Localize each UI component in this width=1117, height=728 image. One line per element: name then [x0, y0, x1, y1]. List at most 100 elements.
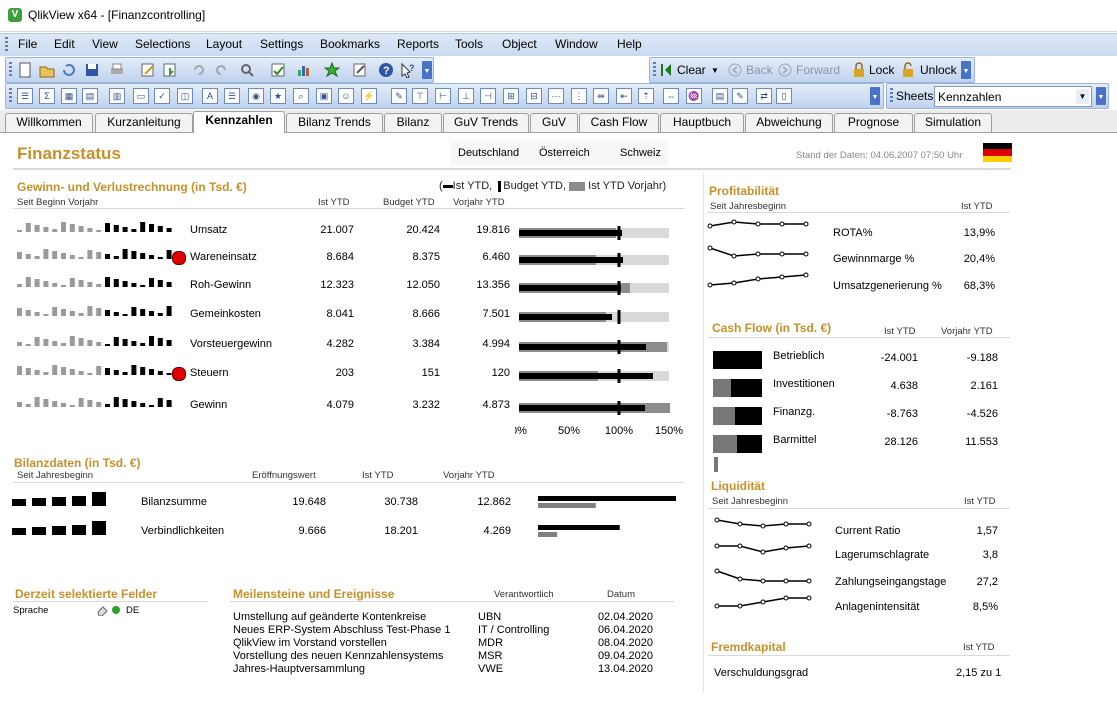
menu-help[interactable]: Help: [617, 37, 642, 51]
help-icon[interactable]: ?: [378, 62, 394, 78]
menu-window[interactable]: Window: [555, 37, 598, 51]
pencil-icon[interactable]: ✎: [391, 88, 407, 104]
country-button-schweiz[interactable]: Schweiz: [620, 147, 661, 159]
eraser-icon[interactable]: [96, 604, 108, 616]
toolbar-grip-icon[interactable]: [653, 62, 656, 78]
toolbar-grip-icon[interactable]: [9, 88, 12, 104]
menu-view[interactable]: View: [92, 37, 118, 51]
space-vertically-icon[interactable]: ⋮: [571, 88, 587, 104]
toolbar-options-chevron-icon[interactable]: ▼: [961, 61, 971, 79]
tab-abweichung[interactable]: Abweichung: [745, 113, 833, 132]
clear-dropdown-arrow-icon[interactable]: ▼: [711, 66, 719, 75]
edit-module-icon[interactable]: [352, 62, 368, 78]
new-custom-object-icon[interactable]: ☺: [338, 88, 354, 104]
new-search-object-icon[interactable]: ⌕: [293, 88, 309, 104]
reload-script-icon[interactable]: [162, 62, 178, 78]
tab-kennzahlen[interactable]: Kennzahlen: [193, 111, 285, 133]
back-arrow-icon[interactable]: [728, 62, 742, 78]
align-bottom-icon[interactable]: ⊥: [458, 88, 474, 104]
menu-reports[interactable]: Reports: [397, 37, 439, 51]
adjust-top-icon[interactable]: ⇡: [638, 88, 654, 104]
unlock-button[interactable]: Unlock: [920, 63, 957, 77]
lock-icon[interactable]: [852, 62, 866, 78]
format-painter-icon[interactable]: ♒: [686, 88, 702, 104]
new-input-box-icon[interactable]: ▭: [133, 88, 149, 104]
menu-object[interactable]: Object: [502, 37, 537, 51]
bookmark-star-icon[interactable]: [324, 62, 340, 78]
toolbar-options-chevron-icon[interactable]: ▼: [1096, 87, 1106, 105]
menu-layout[interactable]: Layout: [206, 37, 242, 51]
align-top-icon[interactable]: ⊤: [412, 88, 428, 104]
new-current-selections-icon[interactable]: ✓: [154, 88, 170, 104]
align-center-v-icon[interactable]: ⊟: [526, 88, 542, 104]
tab-guv-trends[interactable]: GuV Trends: [443, 113, 529, 132]
fields-list-icon[interactable]: ▯: [776, 88, 792, 104]
search-icon[interactable]: [239, 62, 255, 78]
tab-hauptbuch[interactable]: Hauptbuch: [660, 113, 744, 132]
wizard-icon[interactable]: ⚡: [361, 88, 377, 104]
edit-properties-icon[interactable]: ✎: [732, 88, 748, 104]
new-multi-box-icon[interactable]: Σ: [39, 88, 55, 104]
new-slider-icon[interactable]: ◉: [248, 88, 264, 104]
redo-icon[interactable]: [213, 62, 229, 78]
new-straight-table-icon[interactable]: ▤: [82, 88, 98, 104]
menu-file[interactable]: File: [18, 37, 37, 51]
tab-willkommen[interactable]: Willkommen: [5, 113, 93, 132]
forward-arrow-icon[interactable]: [778, 62, 792, 78]
new-sheet-object-icon[interactable]: [296, 62, 312, 78]
new-document-icon[interactable]: [17, 62, 33, 78]
menu-edit[interactable]: Edit: [54, 37, 75, 51]
menu-settings[interactable]: Settings: [260, 37, 303, 51]
menu-grip-icon[interactable]: [5, 37, 8, 53]
align-center-h-icon[interactable]: ⊞: [503, 88, 519, 104]
tab-bilanz-trends[interactable]: Bilanz Trends: [286, 113, 383, 132]
clear-icon[interactable]: [660, 62, 672, 78]
open-folder-icon[interactable]: [39, 62, 55, 78]
adjust-left-icon[interactable]: ⇤: [616, 88, 632, 104]
new-table-box-icon[interactable]: ▦: [61, 88, 77, 104]
undo-icon[interactable]: [191, 62, 207, 78]
new-bookmark-object-icon[interactable]: ★: [270, 88, 286, 104]
menu-selections[interactable]: Selections: [135, 37, 190, 51]
menu-tools[interactable]: Tools: [455, 37, 483, 51]
felder-field-value[interactable]: DE: [126, 605, 139, 616]
tab-guv[interactable]: GuV: [530, 113, 578, 132]
same-size-icon[interactable]: ⇔: [663, 88, 679, 104]
space-horizontally-icon[interactable]: ⋯: [548, 88, 564, 104]
edit-script-icon[interactable]: [140, 62, 156, 78]
lock-button[interactable]: Lock: [869, 63, 894, 77]
context-help-icon[interactable]: ?: [400, 62, 416, 78]
sheets-select[interactable]: Kennzahlen ▼: [934, 86, 1092, 107]
toolbar-options-chevron-icon[interactable]: ▼: [422, 61, 432, 79]
tab-prognose[interactable]: Prognose: [834, 113, 913, 132]
tab-bilanz[interactable]: Bilanz: [384, 113, 442, 132]
align-right-icon[interactable]: ⊣: [480, 88, 496, 104]
new-list-box-icon[interactable]: ☰: [17, 88, 33, 104]
tab-simulation[interactable]: Simulation: [914, 113, 992, 132]
tab-kurzanleitung[interactable]: Kurzanleitung: [95, 113, 193, 132]
unlock-icon[interactable]: [901, 62, 915, 78]
distribute-icon[interactable]: ⇹: [593, 88, 609, 104]
menu-bookmarks[interactable]: Bookmarks: [320, 37, 380, 51]
properties-icon[interactable]: [270, 62, 286, 78]
new-line-arrow-icon[interactable]: ☰: [224, 88, 240, 104]
new-button-icon[interactable]: ◫: [177, 88, 193, 104]
country-button-oesterreich[interactable]: Österreich: [539, 147, 590, 159]
chevron-down-icon[interactable]: ▼: [1076, 89, 1089, 104]
new-chart-icon[interactable]: ▥: [109, 88, 125, 104]
print-icon[interactable]: [109, 62, 125, 78]
tab-cash-flow[interactable]: Cash Flow: [579, 113, 659, 132]
german-flag-icon[interactable]: [983, 143, 1012, 162]
cycle-icon[interactable]: ⇄: [756, 88, 772, 104]
reload-icon[interactable]: [61, 62, 77, 78]
save-icon[interactable]: [84, 62, 100, 78]
country-button-deutschland[interactable]: Deutschland: [458, 147, 519, 159]
toolbar-options-chevron-icon[interactable]: ▼: [870, 87, 880, 105]
new-container-icon[interactable]: ▣: [316, 88, 332, 104]
toolbar-grip-icon[interactable]: [9, 62, 12, 78]
copy-format-icon[interactable]: ▤: [712, 88, 728, 104]
align-left-icon[interactable]: ⊢: [435, 88, 451, 104]
forward-button[interactable]: Forward: [796, 63, 840, 77]
clear-button[interactable]: Clear: [677, 63, 706, 77]
new-text-object-icon[interactable]: A: [202, 88, 218, 104]
